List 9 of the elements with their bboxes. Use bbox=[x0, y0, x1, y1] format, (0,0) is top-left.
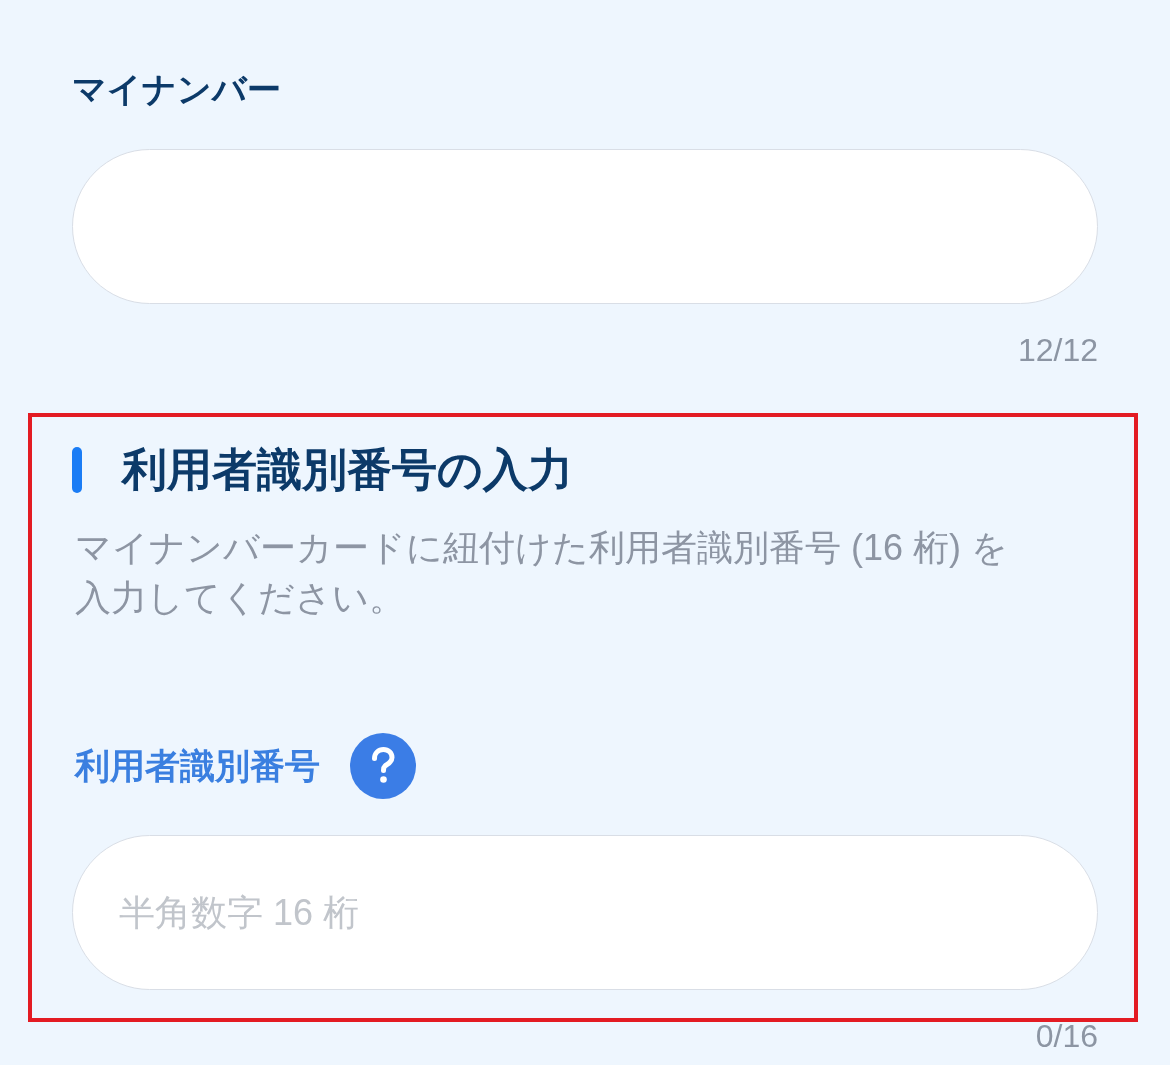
help-icon[interactable] bbox=[350, 733, 416, 799]
field-label: 利用者識別番号 bbox=[75, 745, 320, 787]
section-heading: 利用者識別番号の入力 bbox=[122, 443, 573, 497]
input-field[interactable]: 半角数字 16 桁 bbox=[72, 835, 1098, 990]
character-counter: 0/16 bbox=[1035, 1018, 1098, 1054]
heading-accent-bar bbox=[72, 447, 82, 493]
field-label: マイナンバー bbox=[72, 69, 282, 110]
section-description: マイナンバーカードに紐付けた利用者識別番号 (16 桁) を入力してください。 bbox=[75, 526, 1010, 620]
character-counter: 12/12 bbox=[1017, 332, 1098, 368]
